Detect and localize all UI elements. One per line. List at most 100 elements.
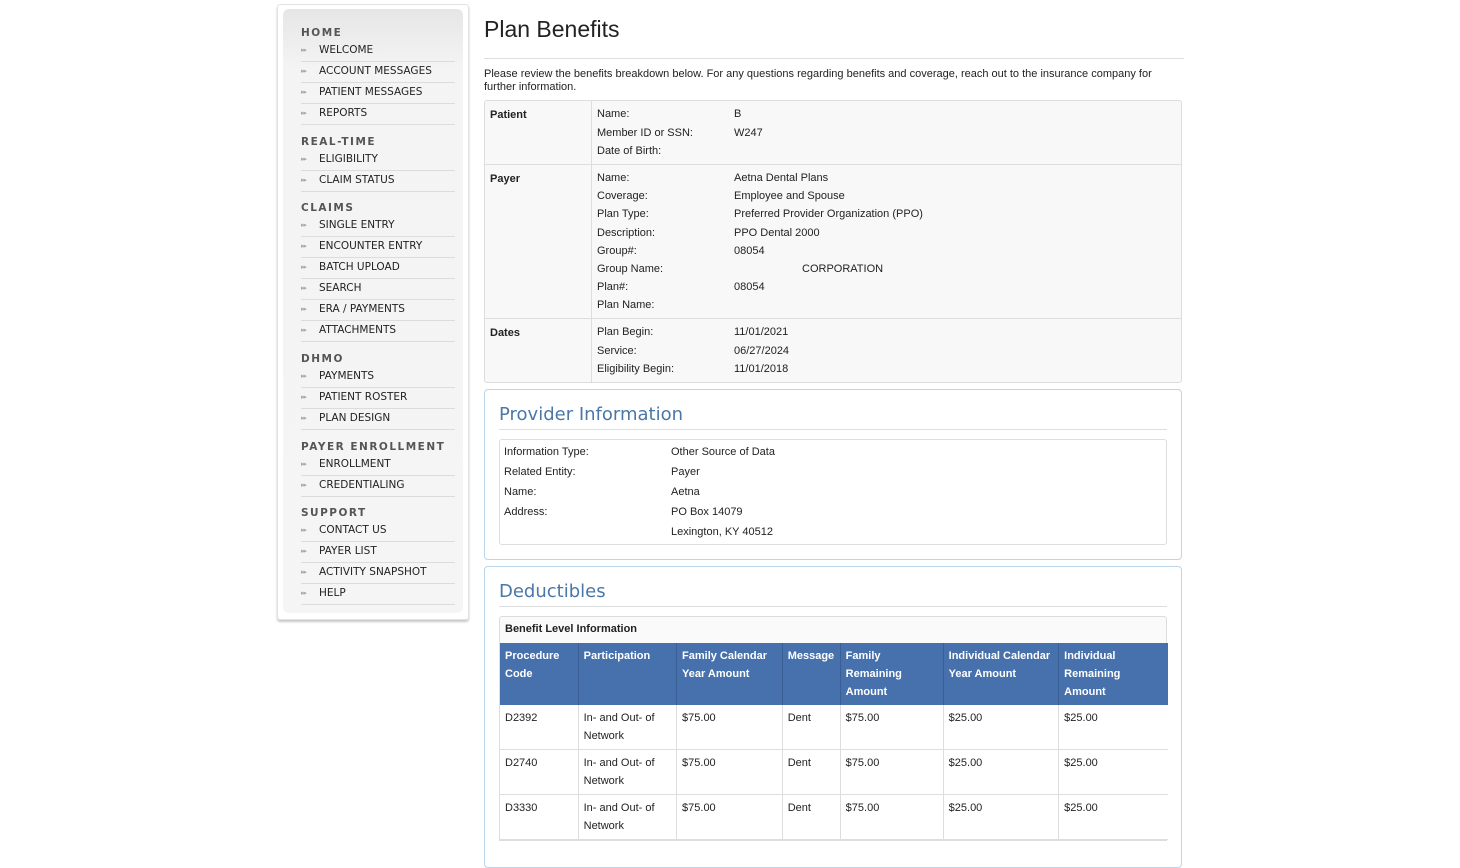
double-chevron-right-icon: ▸▸ [301,46,307,54]
payer-details: Name: Aetna Dental Plans Coverage: Employee… [592,163,1181,319]
payer-section: Payer Name: Aetna Dental Plans Coverage: Em… [485,163,1181,319]
sidebar-item-claim-status[interactable]: ▸▸ CLAIM STATUS [301,171,455,192]
sidebar-item-payer-list[interactable]: ▸▸ PAYER LIST [301,542,455,563]
sidebar-item-eligibility[interactable]: ▸▸ ELIGIBILITY [301,150,455,171]
detail-value: 11/01/2021 [734,326,789,339]
sidebar-item-payments[interactable]: ▸▸ PAYMENTS [301,367,455,388]
nav-heading: SUPPORT [301,507,367,519]
detail-value: PPO Dental 2000 [734,226,820,239]
detail-value: CORPORATION [802,262,884,275]
sidebar-item-label: PLAN DESIGN [319,412,391,424]
sidebar-item-credentialing[interactable]: ▸▸ CREDENTIALING [301,476,455,497]
double-chevron-right-icon: ▸▸ [301,481,307,489]
table-row: D3330 In- and Out- of Network $75.00 Dent $7… [500,794,1168,841]
sidebar-item-single-entry[interactable]: ▸▸ SINGLE ENTRY [301,216,455,237]
plan-summary-table: Patient Name: B Member ID or SSN: W247 Date … [484,100,1182,384]
dates-details: Plan Begin: 11/01/2021 Service: 06/27/2024 E… [592,318,1181,382]
column-header[interactable]: Participation [577,643,677,706]
provider-label: Address: [504,506,548,519]
double-chevron-right-icon: ▸▸ [301,88,307,96]
sidebar-item-encounter-entry[interactable]: ▸▸ ENCOUNTER ENTRY [301,237,455,258]
detail-row: Member ID or SSN: W247 [597,124,1176,142]
sidebar-item-enrollment[interactable]: ▸▸ ENROLLMENT [301,455,455,476]
panel-title: Deductibles [499,581,1167,608]
provider-label: Information Type: [504,446,589,459]
sidebar-item-label: SINGLE ENTRY [319,219,395,231]
detail-value: B [734,108,742,121]
sidebar-item-help[interactable]: ▸▸ HELP [301,584,455,605]
sidebar-item-label: ENCOUNTER ENTRY [319,240,423,252]
detail-value: 08054 [734,281,765,294]
column-header[interactable]: Family Calendar Year Amount [676,643,783,706]
sidebar-item-contact-us[interactable]: ▸▸ CONTACT US [301,521,455,542]
sidebar-item-search[interactable]: ▸▸ SEARCH [301,279,455,300]
double-chevron-right-icon: ▸▸ [301,67,307,75]
provider-value: Lexington, KY 40512 [671,526,773,539]
column-header[interactable]: Family Remaining Amount [839,643,944,706]
page-title: Plan Benefits [484,16,620,42]
sidebar-item-label: SEARCH [319,282,362,294]
table-cell: $75.00 [839,749,944,796]
double-chevron-right-icon: ▸▸ [301,305,307,313]
sidebar-item-reports[interactable]: ▸▸ REPORTS [301,104,455,125]
provider-row: Related Entity: Payer [504,462,1162,482]
sidebar-item-account-messages[interactable]: ▸▸ ACCOUNT MESSAGES [301,62,455,83]
sidebar: HOME ▸▸ WELCOME ▸▸ ACCOUNT MESSAGES ▸▸ PATIENT… [277,4,469,620]
detail-label: Plan Name: [597,299,655,312]
deductibles-table: Procedure Code Participation Family Calend… [500,643,1168,841]
double-chevron-right-icon: ▸▸ [301,284,307,292]
nav-section-claims: CLAIMS ▸▸ SINGLE ENTRY ▸▸ ENCOUNTER ENTRY ▸▸ B… [301,200,455,342]
sidebar-item-label: PAYMENTS [319,370,375,382]
sidebar-item-activity-snapshot[interactable]: ▸▸ ACTIVITY SNAPSHOT [301,563,455,584]
detail-value: Preferred Provider Organization (PPO) [734,208,923,221]
table-cell: In- and Out- of Network [577,705,677,751]
table-cell: $25.00 [1058,705,1168,751]
sidebar-item-plan-design[interactable]: ▸▸ PLAN DESIGN [301,409,455,430]
sidebar-item-label: ERA / PAYMENTS [319,303,405,315]
provider-row: Lexington, KY 40512 [504,522,1162,542]
sidebar-item-label: ENROLLMENT [319,458,391,470]
sidebar-item-label: HELP [319,587,346,599]
detail-row: Coverage: Employee and Spouse [597,187,1176,205]
table-cell: D3330 [500,794,579,841]
column-header[interactable]: Individual Remaining Amount [1058,643,1168,706]
sidebar-item-patient-roster[interactable]: ▸▸ PATIENT ROSTER [301,388,455,409]
table-cell: $25.00 [1058,794,1168,841]
sidebar-item-era-payments[interactable]: ▸▸ ERA / PAYMENTS [301,300,455,321]
column-header[interactable]: Individual Calendar Year Amount [942,643,1059,706]
table-cell: $25.00 [942,749,1059,796]
section-label: Payer [485,163,592,319]
benefit-level-box: Benefit Level Information Procedure Code… [499,616,1168,842]
nav-heading: PAYER ENROLLMENT [301,441,446,453]
sidebar-item-label: ATTACHMENTS [319,324,397,336]
detail-value: 11/01/2018 [734,362,789,375]
sidebar-item-patient-messages[interactable]: ▸▸ PATIENT MESSAGES [301,83,455,104]
column-header[interactable]: Message [781,643,841,706]
detail-label: Coverage: [597,190,648,203]
detail-row: Plan Type: Preferred Provider Organizatio… [597,205,1176,223]
double-chevron-right-icon: ▸▸ [301,221,307,229]
double-chevron-right-icon: ▸▸ [301,263,307,271]
detail-label: Name: [597,171,630,184]
sidebar-item-batch-upload[interactable]: ▸▸ BATCH UPLOAD [301,258,455,279]
table-row: D2392 In- and Out- of Network $75.00 Dent $7… [500,705,1168,751]
sidebar-item-label: ACTIVITY SNAPSHOT [319,566,427,578]
detail-label: Date of Birth: [597,144,662,157]
table-row: D2740 In- and Out- of Network $75.00 Dent $7… [500,749,1168,796]
sidebar-item-label: CLAIM STATUS [319,174,395,186]
column-header[interactable]: Procedure Code [500,643,579,706]
sidebar-item-attachments[interactable]: ▸▸ ATTACHMENTS [301,321,455,342]
sidebar-item-welcome[interactable]: ▸▸ WELCOME [301,41,455,62]
detail-value: Employee and Spouse [734,190,845,203]
provider-information-panel: Provider Information Information Type: Ot… [484,389,1182,561]
deductibles-panel: Deductibles Benefit Level Information Pr… [484,566,1182,868]
detail-row: Description: PPO Dental 2000 [597,224,1176,242]
provider-value: Payer [671,466,700,479]
sidebar-item-label: CREDENTIALING [319,479,405,491]
double-chevron-right-icon: ▸▸ [301,393,307,401]
table-cell: $75.00 [676,749,783,796]
detail-value: 08054 [734,244,765,257]
sidebar-nav: HOME ▸▸ WELCOME ▸▸ ACCOUNT MESSAGES ▸▸ PATIENT… [283,9,463,613]
detail-row: Group Name: CORPORATION [597,260,1176,278]
sidebar-item-label: WELCOME [319,44,374,56]
